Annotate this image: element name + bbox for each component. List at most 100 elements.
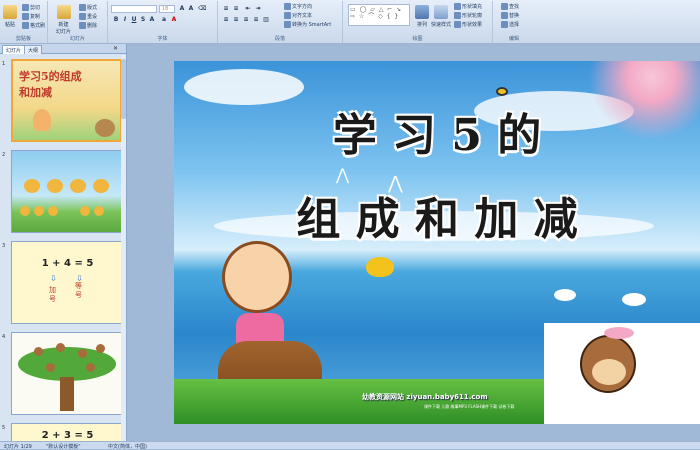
- thumbnail-slide-3[interactable]: 1 + 4 = 5 ⇩ ⇩ 加 号 等 号: [11, 241, 122, 324]
- shrink-font-icon[interactable]: A: [187, 5, 195, 13]
- font-group: 18 A A ⌫ B I U S A a A 字体: [108, 1, 218, 43]
- monkey-muzzle-icon: [592, 359, 626, 385]
- fill-icon: [454, 3, 461, 10]
- copy-icon: [22, 13, 29, 20]
- new-slide-icon: [56, 5, 71, 19]
- align-text-button[interactable]: 对齐文本: [284, 12, 312, 19]
- thumb-number: 1: [2, 61, 6, 67]
- new-slide-button[interactable]: 新建 幻灯片: [56, 5, 71, 35]
- text-direction-button[interactable]: 文字方向: [284, 3, 312, 10]
- replace-button[interactable]: 替换: [501, 12, 519, 19]
- slide-title-line-2[interactable]: 组 成 和 加 减: [174, 183, 700, 247]
- bullets-icon[interactable]: ≡: [222, 5, 230, 13]
- shadow-icon[interactable]: S: [139, 16, 147, 24]
- smartart-icon: [284, 21, 291, 28]
- shape-outline-button[interactable]: 形状轮廓: [454, 12, 482, 19]
- layout-button[interactable]: 版式: [79, 4, 97, 11]
- arrange-button[interactable]: 排列: [415, 5, 429, 28]
- site-watermark: 幼教资源网站 ziyuan.baby611.com: [362, 393, 488, 401]
- brush-icon: [22, 22, 29, 29]
- girl-character-icon: [222, 241, 292, 313]
- clipboard-label: 剪贴板: [15, 36, 31, 42]
- grow-font-icon[interactable]: A: [178, 5, 186, 13]
- panel-tabs: 幻灯片 大纲 ✕: [0, 44, 126, 54]
- format-painter-button[interactable]: 格式刷: [22, 22, 45, 29]
- smartart-button[interactable]: 转换为 SmartArt: [284, 21, 331, 28]
- slides-label: 幻灯片: [69, 36, 85, 42]
- thumb-number: 3: [2, 243, 6, 249]
- tree-trunk-icon: [60, 377, 74, 411]
- down-arrow-icon: ⇩: [50, 274, 57, 283]
- equals-sign-label: 等 号: [75, 282, 82, 299]
- font-label: 字体: [157, 36, 168, 42]
- justify-icon[interactable]: ≡: [252, 16, 260, 24]
- chick-row-icon: [24, 179, 40, 193]
- thumbnail-slide-1[interactable]: 学习5的组成和加减: [11, 59, 122, 142]
- tab-outline[interactable]: 大纲: [24, 45, 43, 54]
- paste-icon: [3, 5, 17, 19]
- copy-button[interactable]: 复制: [22, 13, 40, 20]
- decrease-indent-icon[interactable]: ⇤: [244, 5, 252, 13]
- align-right-icon[interactable]: ≡: [242, 16, 250, 24]
- slides-group: 新建 幻灯片 版式 重设 删除 幻灯片: [48, 1, 108, 43]
- quick-styles-button[interactable]: 快速样式: [431, 5, 451, 28]
- spacing-icon[interactable]: A: [148, 16, 156, 24]
- align-left-icon[interactable]: ≡: [222, 16, 230, 24]
- paragraph-label: 段落: [274, 36, 285, 42]
- drawing-label: 绘图: [412, 36, 423, 42]
- clipboard-group: 粘贴 剪切 复制 格式刷 剪贴板: [0, 1, 48, 43]
- panel-scrollbar[interactable]: [121, 55, 126, 441]
- increase-indent-icon[interactable]: ⇥: [254, 5, 262, 13]
- editing-group: 查找 替换 选择 编辑: [493, 1, 535, 43]
- select-button[interactable]: 选择: [501, 21, 519, 28]
- site-watermark-sub: 课件下载 儿歌 故事MP3 FLASH课件下载 试卷下载: [424, 404, 515, 409]
- align-center-icon[interactable]: ≡: [232, 16, 240, 24]
- tree-canopy-icon: [18, 347, 116, 381]
- swan-icon: [554, 289, 576, 301]
- shapes-gallery[interactable]: ▭ ◯ ▱ △ ⌐ ↘ ⇨ ☆ ⌒ ◇ { }: [348, 4, 410, 26]
- text-direction-icon: [284, 3, 291, 10]
- columns-icon[interactable]: ▥: [262, 16, 270, 24]
- slide-canvas[interactable]: ⋀ ⋀ 学 习 5 的 组 成 和 加 减 幼教资源网站 ziyuan.baby…: [174, 61, 700, 424]
- font-name-combo[interactable]: [111, 5, 157, 13]
- paragraph-group: ≡ ≡ ⇤ ⇥ ≡ ≡ ≡ ≡ ▥ 文字方向 对齐文本 转换为 SmartArt…: [218, 1, 343, 43]
- clear-format-icon[interactable]: ⌫: [198, 5, 206, 13]
- close-panel-icon[interactable]: ✕: [113, 45, 118, 52]
- plus-sign-label: 加 号: [49, 286, 56, 303]
- cursor-icon: [501, 21, 508, 28]
- drawing-group: ▭ ◯ ▱ △ ⌐ ↘ ⇨ ☆ ⌒ ◇ { } 排列 快速样式 形状填充 形状轮…: [343, 1, 493, 43]
- tab-slides[interactable]: 幻灯片: [2, 45, 26, 54]
- font-size-combo[interactable]: 18: [159, 5, 175, 13]
- quick-styles-icon: [434, 5, 448, 19]
- cut-button[interactable]: 剪切: [22, 4, 40, 11]
- bold-icon[interactable]: B: [112, 16, 120, 24]
- chick-group-icon: [20, 206, 30, 216]
- swan-icon: [622, 293, 646, 306]
- thumb-number: 5: [2, 425, 6, 431]
- reset-icon: [79, 13, 86, 20]
- align-text-icon: [284, 12, 291, 19]
- case-icon[interactable]: a: [160, 16, 168, 24]
- monkeys-icon: [34, 347, 43, 356]
- shape-fill-button[interactable]: 形状填充: [454, 3, 482, 10]
- shape-effects-button[interactable]: 形状效果: [454, 21, 482, 28]
- find-button[interactable]: 查找: [501, 3, 519, 10]
- outline-icon: [454, 12, 461, 19]
- thumbnail-slide-5[interactable]: 2 + 3 = 5: [11, 423, 122, 441]
- thumb-number: 4: [2, 334, 6, 340]
- delete-button[interactable]: 删除: [79, 22, 97, 29]
- thumbnail-slide-2[interactable]: [11, 150, 122, 233]
- scrollbar-thumb[interactable]: [121, 59, 126, 119]
- monkey-image-box[interactable]: [544, 323, 700, 424]
- font-color-icon[interactable]: A: [170, 16, 178, 24]
- slide-title-line-1[interactable]: 学 习 5 的: [174, 99, 700, 163]
- reset-button[interactable]: 重设: [79, 13, 97, 20]
- monkey-icon: [95, 119, 115, 137]
- ribbon: 粘贴 剪切 复制 格式刷 剪贴板 新建 幻灯片 版式 重设 删除 幻灯片 18 …: [0, 0, 700, 44]
- numbering-icon[interactable]: ≡: [232, 5, 240, 13]
- binoculars-icon: [501, 3, 508, 10]
- thumbnail-slide-4[interactable]: [11, 332, 122, 415]
- italic-icon[interactable]: I: [121, 16, 129, 24]
- underline-icon[interactable]: U: [130, 16, 138, 24]
- paste-button[interactable]: 粘贴: [3, 5, 17, 28]
